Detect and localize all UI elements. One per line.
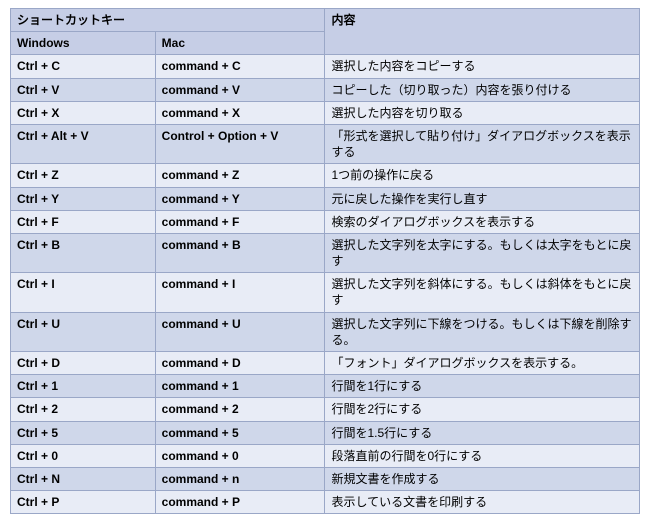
- cell-windows: Ctrl + Y: [11, 187, 156, 210]
- cell-description: コピーした（切り取った）内容を張り付ける: [325, 78, 640, 101]
- cell-windows: Ctrl + Z: [11, 164, 156, 187]
- cell-windows: Ctrl + F: [11, 210, 156, 233]
- cell-mac: command + 5: [155, 421, 325, 444]
- cell-windows: Ctrl + N: [11, 467, 156, 490]
- cell-description: 選択した内容をコピーする: [325, 55, 640, 78]
- cell-description: 選択した文字列に下線をつける。もしくは下線を削除する。: [325, 312, 640, 351]
- cell-windows: Ctrl + Alt + V: [11, 124, 156, 163]
- cell-mac: command + 0: [155, 444, 325, 467]
- cell-windows: Ctrl + P: [11, 491, 156, 514]
- cell-windows: Ctrl + C: [11, 55, 156, 78]
- cell-description: 行間を1.5行にする: [325, 421, 640, 444]
- cell-mac: command + U: [155, 312, 325, 351]
- header-description: 内容: [325, 9, 640, 55]
- cell-description: 「形式を選択して貼り付け」ダイアログボックスを表示する: [325, 124, 640, 163]
- cell-description: 新規文書を作成する: [325, 467, 640, 490]
- cell-description: 元に戻した操作を実行し直す: [325, 187, 640, 210]
- header-shortcut: ショートカットキー: [11, 9, 325, 32]
- cell-windows: Ctrl + D: [11, 352, 156, 375]
- cell-mac: command + P: [155, 491, 325, 514]
- cell-description: 「フォント」ダイアログボックスを表示する。: [325, 352, 640, 375]
- table-row: Ctrl + 0 command + 0 段落直前の行間を0行にする: [11, 444, 640, 467]
- table-header: ショートカットキー 内容 Windows Mac: [11, 9, 640, 55]
- cell-description: 行間を2行にする: [325, 398, 640, 421]
- table-row: Ctrl + Alt + V Control + Option + V 「形式を…: [11, 124, 640, 163]
- cell-mac: command + B: [155, 233, 325, 272]
- cell-windows: Ctrl + I: [11, 273, 156, 312]
- cell-mac: command + D: [155, 352, 325, 375]
- cell-description: 検索のダイアログボックスを表示する: [325, 210, 640, 233]
- cell-windows: Ctrl + 2: [11, 398, 156, 421]
- shortcut-table: ショートカットキー 内容 Windows Mac Ctrl + C comman…: [10, 8, 640, 514]
- table-row: Ctrl + F command + F 検索のダイアログボックスを表示する: [11, 210, 640, 233]
- cell-windows: Ctrl + V: [11, 78, 156, 101]
- table-body: Ctrl + C command + C 選択した内容をコピーする Ctrl +…: [11, 55, 640, 514]
- cell-description: 表示している文書を印刷する: [325, 491, 640, 514]
- cell-mac: command + C: [155, 55, 325, 78]
- cell-windows: Ctrl + U: [11, 312, 156, 351]
- table-row: Ctrl + D command + D 「フォント」ダイアログボックスを表示す…: [11, 352, 640, 375]
- cell-windows: Ctrl + 5: [11, 421, 156, 444]
- cell-description: 選択した文字列を太字にする。もしくは太字をもとに戻す: [325, 233, 640, 272]
- cell-windows: Ctrl + 0: [11, 444, 156, 467]
- cell-description: 選択した文字列を斜体にする。もしくは斜体をもとに戻す: [325, 273, 640, 312]
- cell-mac: command + Z: [155, 164, 325, 187]
- table-row: Ctrl + Z command + Z 1つ前の操作に戻る: [11, 164, 640, 187]
- cell-description: 段落直前の行間を0行にする: [325, 444, 640, 467]
- table-row: Ctrl + 1 command + 1 行間を1行にする: [11, 375, 640, 398]
- table-row: Ctrl + Y command + Y 元に戻した操作を実行し直す: [11, 187, 640, 210]
- cell-windows: Ctrl + B: [11, 233, 156, 272]
- cell-mac: command + F: [155, 210, 325, 233]
- cell-windows: Ctrl + X: [11, 101, 156, 124]
- cell-mac: command + I: [155, 273, 325, 312]
- table-row: Ctrl + V command + V コピーした（切り取った）内容を張り付け…: [11, 78, 640, 101]
- cell-mac: command + 1: [155, 375, 325, 398]
- cell-mac: command + Y: [155, 187, 325, 210]
- table-row: Ctrl + 2 command + 2 行間を2行にする: [11, 398, 640, 421]
- table-row: Ctrl + I command + I 選択した文字列を斜体にする。もしくは斜…: [11, 273, 640, 312]
- cell-windows: Ctrl + 1: [11, 375, 156, 398]
- header-windows: Windows: [11, 32, 156, 55]
- cell-mac: command + 2: [155, 398, 325, 421]
- table-row: Ctrl + C command + C 選択した内容をコピーする: [11, 55, 640, 78]
- cell-mac: command + X: [155, 101, 325, 124]
- table-row: Ctrl + 5 command + 5 行間を1.5行にする: [11, 421, 640, 444]
- header-mac: Mac: [155, 32, 325, 55]
- cell-description: 選択した内容を切り取る: [325, 101, 640, 124]
- cell-mac: Control + Option + V: [155, 124, 325, 163]
- table-row: Ctrl + X command + X 選択した内容を切り取る: [11, 101, 640, 124]
- table-row: Ctrl + U command + U 選択した文字列に下線をつける。もしくは…: [11, 312, 640, 351]
- table-row: Ctrl + B command + B 選択した文字列を太字にする。もしくは太…: [11, 233, 640, 272]
- table-row: Ctrl + P command + P 表示している文書を印刷する: [11, 491, 640, 514]
- cell-mac: command + V: [155, 78, 325, 101]
- cell-description: 行間を1行にする: [325, 375, 640, 398]
- cell-mac: command + n: [155, 467, 325, 490]
- table-row: Ctrl + N command + n 新規文書を作成する: [11, 467, 640, 490]
- cell-description: 1つ前の操作に戻る: [325, 164, 640, 187]
